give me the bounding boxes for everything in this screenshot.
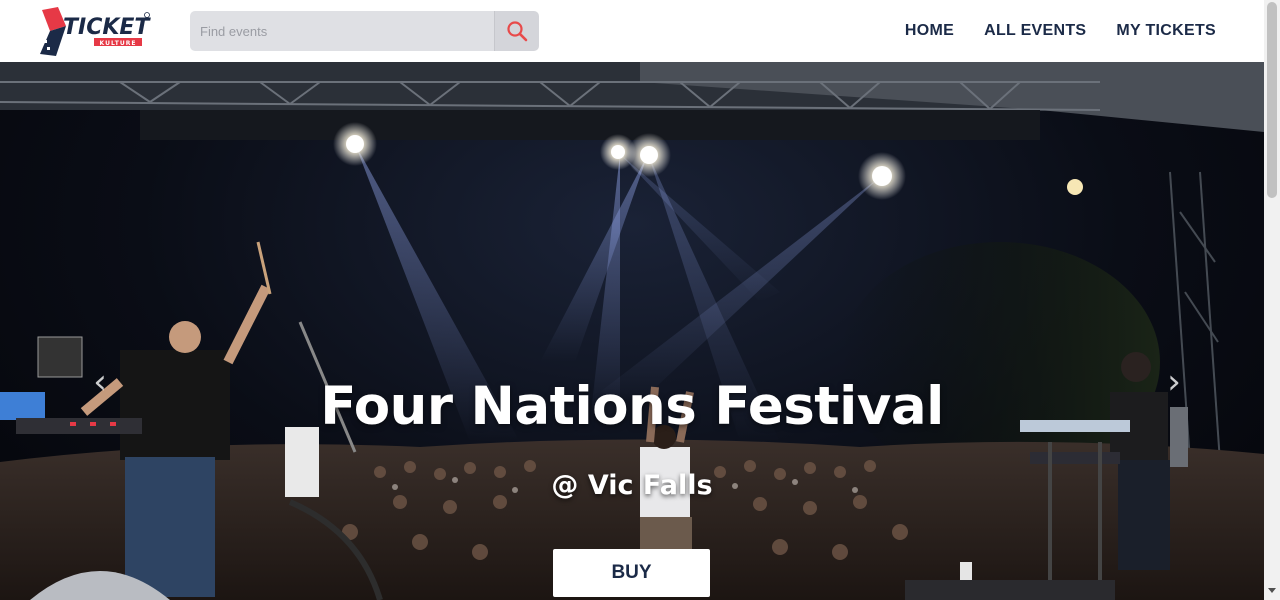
search-button[interactable] [494,11,539,51]
buy-button[interactable]: BUY [553,549,710,597]
event-title: Four Nations Festival [320,376,944,437]
nav-all-events[interactable]: ALL EVENTS [984,22,1086,40]
logo-wordmark: TICKET [63,15,151,40]
scroll-down-arrow-icon[interactable] [1264,584,1280,598]
main-nav: HOME ALL EVENTS MY TICKETS [905,0,1216,62]
event-location: @ Vic Falls [551,470,713,501]
search-input[interactable] [190,11,494,51]
site-header: TICKET KULTURE HOME ALL EVENTS MY TICKET… [0,0,1264,62]
nav-home[interactable]: HOME [905,22,954,40]
search-bar [190,11,539,51]
hero-carousel: ‹ › Four Nations Festival @ Vic Falls BU… [0,62,1264,600]
logo-graphic: TICKET KULTURE [40,7,151,56]
logo-subtext: KULTURE [100,40,137,47]
search-icon [507,21,528,42]
ticket-kulture-logo[interactable]: TICKET KULTURE [36,6,152,58]
page-scrollbar[interactable] [1264,0,1280,600]
concert-stage-image [0,62,1264,600]
nav-my-tickets[interactable]: MY TICKETS [1116,22,1216,40]
scrollbar-thumb[interactable] [1267,2,1277,198]
